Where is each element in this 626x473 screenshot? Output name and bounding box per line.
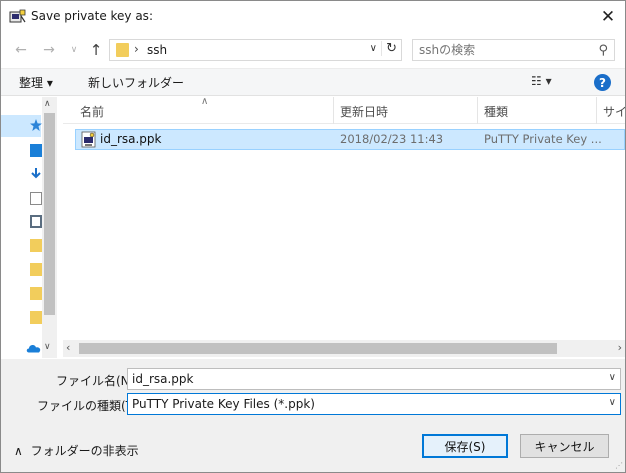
breadcrumb-separator: › (134, 42, 139, 56)
desktop-icon[interactable] (30, 144, 42, 157)
folder-icon[interactable] (30, 311, 42, 324)
chevron-up-icon: ∧ (14, 444, 23, 458)
download-icon[interactable] (30, 167, 42, 180)
search-box[interactable]: ⚲ (412, 39, 615, 61)
file-list: ∧ 名前 更新日時 種類 サイズ id_rsa.ppk 2018/02/23 1… (63, 96, 625, 358)
chevron-down-icon[interactable]: ∨ (44, 342, 51, 352)
search-icon: ⚲ (598, 43, 608, 58)
view-options-button[interactable]: ☷ ▾ (531, 74, 552, 88)
table-row[interactable]: id_rsa.ppk 2018/02/23 11:43 PuTTY Privat… (75, 129, 625, 150)
command-bar: 整理 ▾ 新しいフォルダー ☷ ▾ ? (1, 68, 625, 96)
close-icon: ✕ (600, 6, 616, 27)
folder-icon[interactable] (30, 287, 42, 300)
picture-icon[interactable] (30, 215, 42, 228)
navigation-bar: ← → ∨ ↑ › ssh ∨ ↻ ⚲ (1, 32, 625, 68)
chevron-up-icon[interactable]: ∧ (44, 99, 51, 109)
chevron-down-icon[interactable]: ∨ (609, 397, 616, 408)
save-dialog: Save private key as: ✕ ← → ∨ ↑ › ssh ∨ ↻… (0, 0, 626, 473)
chevron-down-icon[interactable]: ∨ (370, 43, 377, 54)
arrow-left-icon: ← (15, 42, 27, 58)
back-button[interactable]: ← (12, 41, 30, 59)
filetype-select[interactable]: PuTTY Private Key Files (*.ppk) ∨ (127, 393, 621, 415)
scrollbar-thumb[interactable] (79, 343, 557, 354)
arrow-up-icon: ↑ (89, 41, 103, 59)
file-name: id_rsa.ppk (100, 132, 162, 146)
putty-app-icon (9, 9, 26, 23)
filename-value[interactable]: id_rsa.ppk (132, 372, 194, 386)
file-type: PuTTY Private Key ... (484, 132, 602, 146)
folder-icon[interactable] (30, 239, 42, 252)
navigation-pane: ∧ ∨ (1, 97, 57, 358)
hide-folders-label: フォルダーの非表示 (30, 444, 139, 458)
column-size[interactable]: サイズ (603, 103, 625, 120)
refresh-icon[interactable]: ↻ (381, 41, 397, 56)
arrow-right-icon: → (43, 42, 55, 58)
help-icon[interactable]: ? (594, 74, 611, 91)
recent-locations-button[interactable]: ∨ (65, 41, 83, 59)
nav-scrollbar-thumb[interactable] (44, 113, 55, 315)
chevron-down-icon: ∨ (70, 45, 78, 55)
column-date[interactable]: 更新日時 (340, 103, 388, 120)
horizontal-scrollbar[interactable]: ‹ › (63, 340, 625, 357)
new-folder-button[interactable]: 新しいフォルダー (88, 74, 184, 91)
folder-icon (116, 43, 129, 57)
chevron-right-icon[interactable]: › (618, 341, 622, 354)
star-icon (30, 119, 42, 131)
save-options: ファイル名(N): id_rsa.ppk ∨ ファイルの種類(T): PuTTY… (1, 359, 625, 472)
filename-field[interactable]: id_rsa.ppk ∨ (127, 368, 621, 390)
column-divider[interactable] (477, 97, 478, 124)
onedrive-icon[interactable] (26, 342, 42, 355)
filetype-value: PuTTY Private Key Files (*.ppk) (132, 397, 315, 411)
organize-button[interactable]: 整理 ▾ (19, 74, 53, 91)
ppk-file-icon (81, 131, 96, 148)
chevron-down-icon[interactable]: ∨ (609, 372, 616, 383)
save-button[interactable]: 保存(S) (422, 434, 508, 458)
column-header: ∧ 名前 更新日時 種類 サイズ (63, 96, 625, 124)
breadcrumb-folder[interactable]: ssh (147, 43, 167, 57)
title-bar: Save private key as: ✕ (1, 1, 625, 32)
column-name[interactable]: 名前 (80, 103, 104, 120)
file-date: 2018/02/23 11:43 (340, 132, 444, 146)
document-icon[interactable] (30, 192, 42, 205)
close-button[interactable]: ✕ (591, 1, 625, 32)
search-input[interactable] (417, 41, 587, 59)
column-type[interactable]: 種類 (484, 103, 508, 120)
folder-icon[interactable] (30, 263, 42, 276)
chevron-left-icon[interactable]: ‹ (66, 341, 70, 354)
cancel-button[interactable]: キャンセル (520, 434, 609, 458)
column-divider[interactable] (596, 97, 597, 124)
window-title: Save private key as: (31, 9, 153, 23)
resize-grip-icon[interactable]: ⋰ (615, 461, 623, 470)
up-button[interactable]: ↑ (87, 41, 105, 59)
address-bar[interactable]: › ssh ∨ ↻ (109, 39, 402, 61)
hide-folders-toggle[interactable]: ∧ フォルダーの非表示 (14, 442, 139, 459)
sort-ascending-icon: ∧ (201, 96, 209, 107)
column-divider[interactable] (333, 97, 334, 124)
forward-button[interactable]: → (40, 41, 58, 59)
